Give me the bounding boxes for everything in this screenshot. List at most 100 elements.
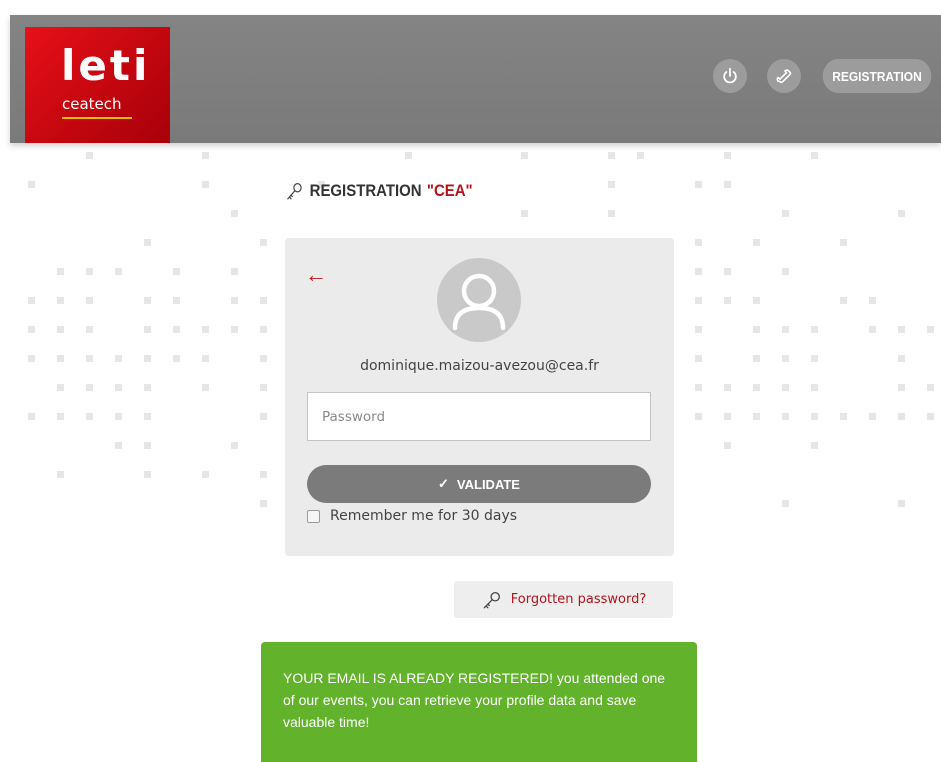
background-dot	[724, 268, 731, 275]
validate-button[interactable]: ✓ VALIDATE	[307, 465, 651, 503]
background-dot	[869, 297, 876, 304]
background-dot	[57, 384, 64, 391]
background-dot	[202, 152, 209, 159]
background-dot	[695, 239, 702, 246]
background-dot	[231, 210, 238, 217]
background-dot	[144, 442, 151, 449]
background-dot	[695, 297, 702, 304]
background-dot	[695, 413, 702, 420]
background-dot	[811, 152, 818, 159]
background-dot	[86, 413, 93, 420]
password-input[interactable]	[307, 392, 651, 441]
background-dot	[724, 442, 731, 449]
remember-me-checkbox[interactable]	[307, 509, 320, 523]
background-dot	[115, 442, 122, 449]
key-icon	[287, 183, 302, 200]
background-dot	[695, 268, 702, 275]
background-dot	[724, 152, 731, 159]
background-dot	[898, 384, 905, 391]
avatar	[437, 258, 521, 342]
title-org: "CEA"	[426, 181, 473, 200]
background-dot	[608, 181, 615, 188]
background-dot	[260, 471, 267, 478]
background-dot	[695, 384, 702, 391]
remember-me-row[interactable]: Remember me for 30 days	[307, 508, 517, 524]
background-dot	[57, 268, 64, 275]
background-dot	[695, 181, 702, 188]
background-dot	[608, 210, 615, 217]
background-dot	[202, 326, 209, 333]
background-dot	[840, 413, 847, 420]
background-dot	[144, 297, 151, 304]
check-icon: ✓	[438, 476, 449, 491]
background-dot	[840, 239, 847, 246]
background-dot	[144, 413, 151, 420]
background-dot	[28, 326, 35, 333]
background-dot	[869, 413, 876, 420]
background-dot	[869, 326, 876, 333]
background-dot	[753, 297, 760, 304]
power-icon	[723, 67, 737, 84]
background-dot	[521, 210, 528, 217]
background-dot	[260, 355, 267, 362]
background-dot	[28, 355, 35, 362]
background-dot	[724, 181, 731, 188]
background-dot	[231, 326, 238, 333]
background-dot	[115, 384, 122, 391]
remember-me-label: Remember me for 30 days	[330, 508, 518, 524]
background-dot	[115, 355, 122, 362]
key-icon	[483, 591, 500, 608]
background-dot	[898, 210, 905, 217]
background-dot	[782, 500, 789, 507]
already-registered-notice: YOUR EMAIL IS ALREADY REGISTERED! you at…	[261, 642, 697, 762]
background-dot	[86, 384, 93, 391]
user-email: dominique.maizou-avezou@cea.fr	[360, 358, 599, 374]
page-title: REGISTRATION "CEA"	[285, 180, 473, 202]
background-dot	[260, 326, 267, 333]
top-header: leti ceatech REGISTRATION	[10, 15, 941, 143]
background-dot	[202, 181, 209, 188]
background-dot	[811, 413, 818, 420]
phone-button[interactable]	[767, 59, 801, 93]
background-dot	[898, 413, 905, 420]
background-dot	[782, 268, 789, 275]
background-dot	[86, 152, 93, 159]
background-dot	[405, 152, 412, 159]
background-dot	[144, 471, 151, 478]
background-dot	[927, 413, 934, 420]
background-dot	[260, 500, 267, 507]
background-dot	[724, 384, 731, 391]
background-dot	[86, 297, 93, 304]
background-dot	[811, 355, 818, 362]
background-dot	[724, 297, 731, 304]
user-icon	[452, 273, 506, 331]
background-dot	[231, 268, 238, 275]
background-dot	[202, 355, 209, 362]
background-dot	[144, 326, 151, 333]
forgotten-password-label: Forgotten password?	[510, 592, 647, 607]
background-dot	[695, 355, 702, 362]
background-dot	[57, 413, 64, 420]
background-dot	[231, 442, 238, 449]
background-dot	[898, 355, 905, 362]
title-prefix: REGISTRATION	[309, 181, 422, 200]
back-arrow-icon[interactable]: ←	[305, 264, 327, 286]
background-dot	[898, 500, 905, 507]
power-button[interactable]	[713, 59, 747, 93]
background-dot	[260, 413, 267, 420]
leti-logo[interactable]: leti ceatech	[25, 27, 170, 143]
background-dot	[28, 297, 35, 304]
background-dot	[695, 326, 702, 333]
background-dot	[57, 355, 64, 362]
forgotten-password-button[interactable]: Forgotten password?	[454, 581, 673, 618]
background-dot	[840, 297, 847, 304]
background-dot	[782, 384, 789, 391]
background-dot	[521, 152, 528, 159]
background-dot	[927, 384, 934, 391]
background-dot	[57, 326, 64, 333]
background-dot	[86, 326, 93, 333]
background-dot	[782, 355, 789, 362]
background-dot	[637, 152, 644, 159]
registration-button[interactable]: REGISTRATION	[822, 59, 932, 93]
background-dot	[173, 268, 180, 275]
